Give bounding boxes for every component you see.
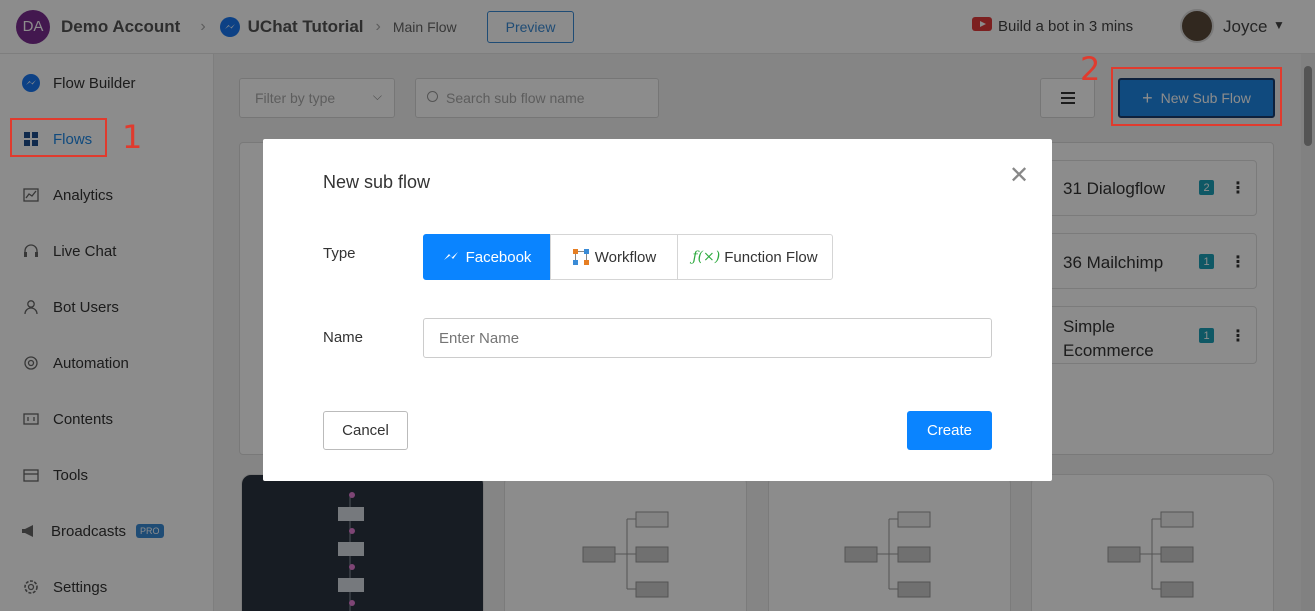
new-sub-flow-dialog: New sub flow ✕ Type Facebook Workflow ƒ(… xyxy=(263,139,1052,481)
cancel-button[interactable]: Cancel xyxy=(323,411,408,450)
name-label: Name xyxy=(323,329,364,346)
messenger-icon xyxy=(443,252,458,260)
annotation-box-flows xyxy=(10,118,107,157)
type-option-label: Function Flow xyxy=(724,248,818,266)
name-input[interactable] xyxy=(423,318,992,358)
close-icon[interactable]: ✕ xyxy=(1009,161,1029,190)
type-option-label: Workflow xyxy=(594,248,657,266)
annotation-box-new-sub-flow xyxy=(1111,67,1282,126)
type-label: Type xyxy=(323,245,356,262)
create-button[interactable]: Create xyxy=(907,411,992,450)
type-option-workflow[interactable]: Workflow xyxy=(550,234,678,280)
annotation-number-2: 2 xyxy=(1080,50,1101,88)
annotation-number-1: 1 xyxy=(122,118,143,156)
type-option-facebook[interactable]: Facebook xyxy=(423,234,551,280)
type-option-function-flow[interactable]: ƒ(×) Function Flow xyxy=(677,234,833,280)
dialog-title: New sub flow xyxy=(323,172,431,192)
workflow-icon xyxy=(572,249,589,265)
function-icon: ƒ(×) xyxy=(692,249,721,265)
type-option-label: Facebook xyxy=(465,248,532,266)
